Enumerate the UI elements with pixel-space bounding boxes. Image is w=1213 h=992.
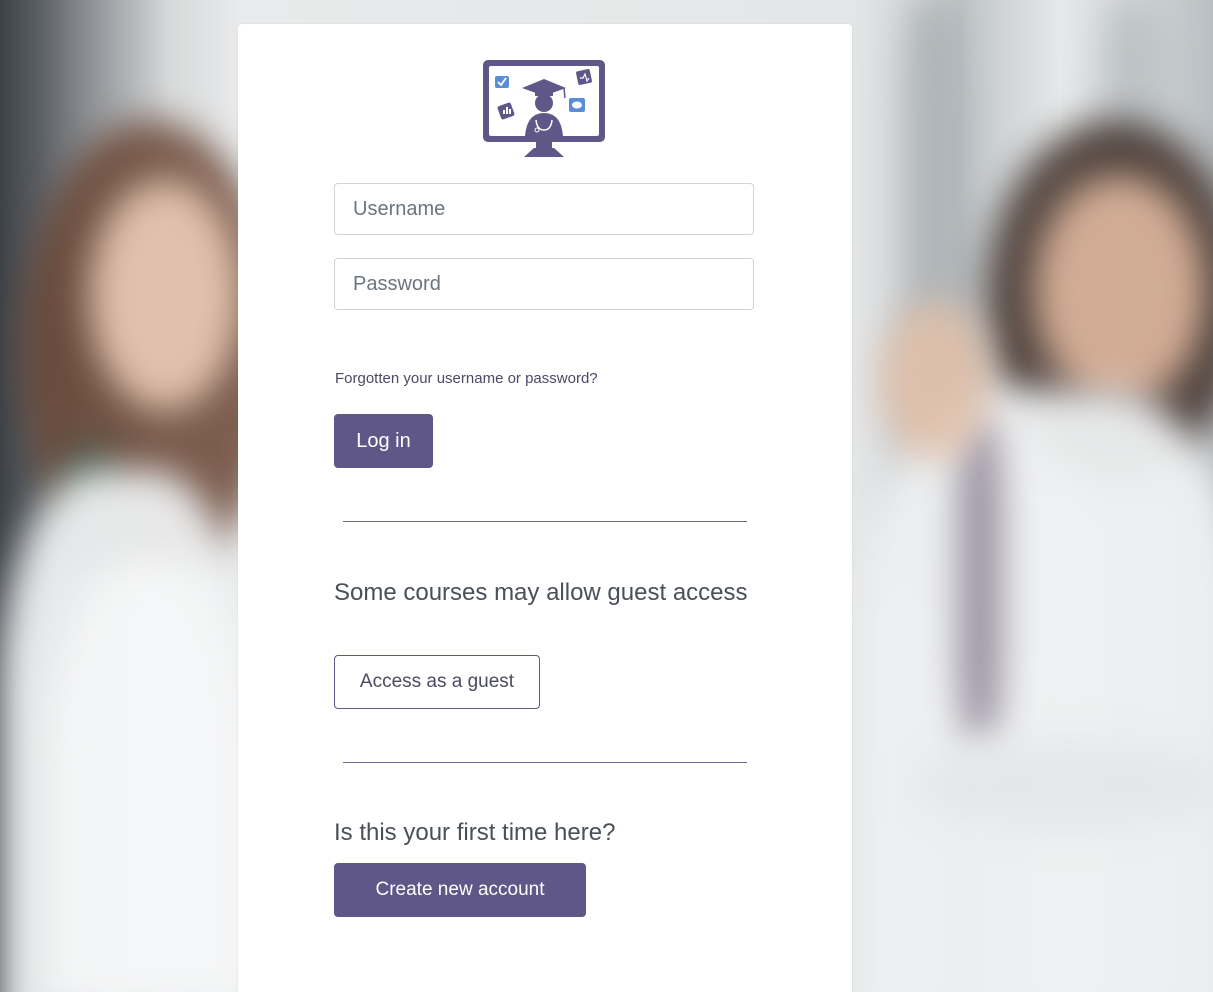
login-page: Forgotten your username or password? Log… (0, 0, 1213, 992)
guest-access-heading: Some courses may allow guest access (334, 579, 748, 606)
password-input[interactable] (334, 258, 754, 310)
guest-access-button[interactable]: Access as a guest (334, 655, 540, 709)
first-time-heading: Is this your first time here? (334, 819, 616, 846)
create-account-button[interactable]: Create new account (334, 863, 586, 917)
username-input[interactable] (334, 183, 754, 235)
login-button[interactable]: Log in (334, 414, 433, 468)
graduate-monitor-logo-icon (483, 60, 605, 157)
forgot-password-link[interactable]: Forgotten your username or password? (335, 370, 598, 387)
divider (343, 521, 747, 522)
login-card: Forgotten your username or password? Log… (238, 24, 852, 992)
divider (343, 762, 747, 763)
